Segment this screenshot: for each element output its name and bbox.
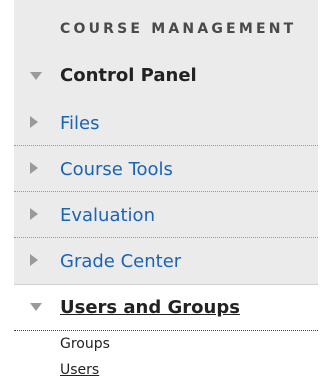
control-panel-label: Control Panel <box>60 64 197 86</box>
menu-item-label[interactable]: Grade Center <box>60 251 181 272</box>
submenu-item-groups[interactable]: Groups <box>60 336 110 352</box>
menu-item-label[interactable]: Evaluation <box>60 205 155 226</box>
collapsed-triangle-icon <box>30 116 38 128</box>
menu-item-files[interactable]: Files <box>14 100 318 146</box>
course-management-panel: COURSE MANAGEMENT Control Panel Files Co… <box>0 0 318 384</box>
collapsed-triangle-icon <box>30 254 38 266</box>
users-and-groups-label[interactable]: Users and Groups <box>60 297 240 318</box>
collapsed-triangle-icon <box>30 162 38 174</box>
menu-item-evaluation[interactable]: Evaluation <box>14 192 318 238</box>
menu-item-grade-center[interactable]: Grade Center <box>14 238 318 284</box>
menu-item-label[interactable]: Files <box>60 113 100 134</box>
menu-item-label[interactable]: Course Tools <box>60 159 173 180</box>
menu-item-users-and-groups[interactable]: Users and Groups <box>14 285 318 331</box>
expanded-triangle-icon <box>30 303 42 311</box>
section-title: COURSE MANAGEMENT <box>60 21 297 37</box>
menu-item-course-tools[interactable]: Course Tools <box>14 146 318 192</box>
submenu-item-users[interactable]: Users <box>60 362 99 378</box>
expanded-triangle-icon <box>30 72 42 80</box>
collapsed-triangle-icon <box>30 208 38 220</box>
control-panel-header[interactable]: Control Panel <box>14 52 318 98</box>
